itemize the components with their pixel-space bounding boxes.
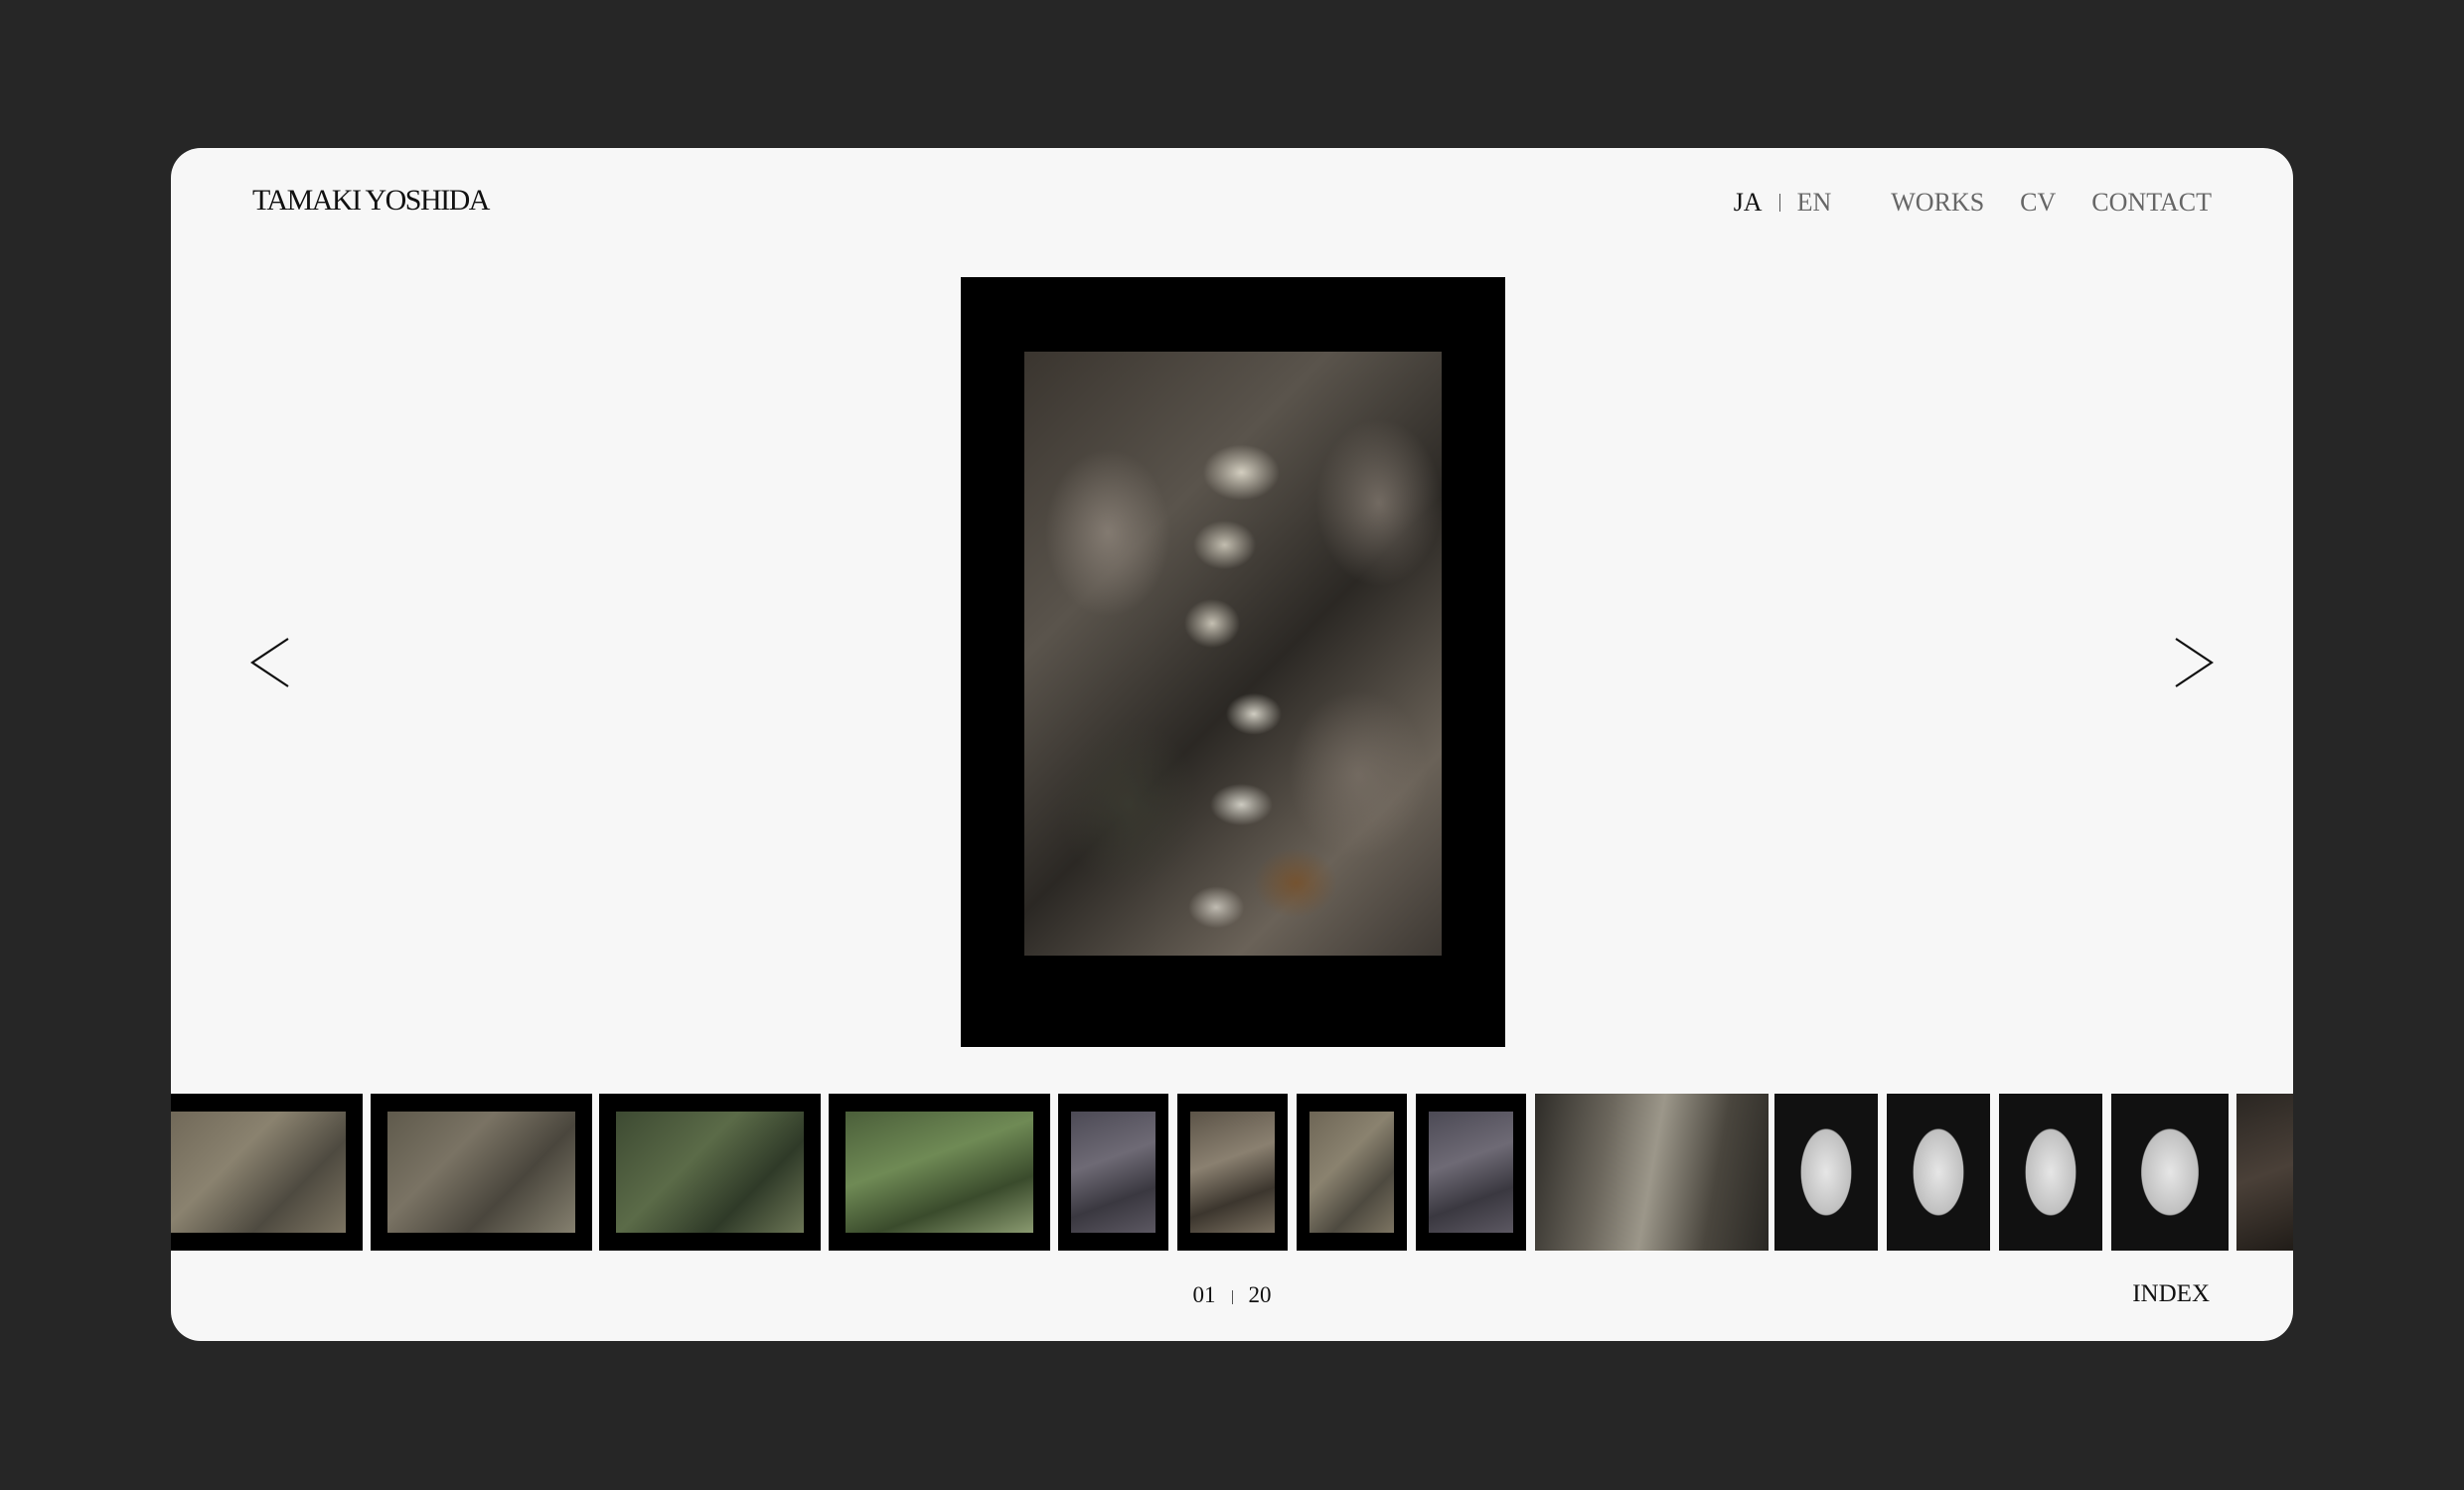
thumbnail-image xyxy=(1071,1112,1155,1233)
nav-cv[interactable]: CV xyxy=(2020,188,2056,218)
total-slide-number: 20 xyxy=(1248,1282,1272,1307)
thumbnail-image xyxy=(387,1112,575,1233)
thumbnail-10[interactable] xyxy=(1774,1094,1878,1251)
thumbnail-3[interactable] xyxy=(599,1094,821,1251)
lang-en-link[interactable]: EN xyxy=(1797,188,1832,218)
chevron-left-icon xyxy=(250,638,289,687)
thumbnail-2[interactable] xyxy=(371,1094,592,1251)
thumbnail-8[interactable] xyxy=(1416,1094,1526,1251)
thumbnail-12[interactable] xyxy=(1999,1094,2102,1251)
thumbnail-strip xyxy=(171,1094,2293,1251)
thumbnail-13[interactable] xyxy=(2111,1094,2229,1251)
thumbnail-image xyxy=(171,1112,346,1233)
gallery-card: TAMAKI YOSHIDA JA EN WORKS CV CONTACT 01… xyxy=(171,148,2293,1341)
thumbnail-image xyxy=(1190,1112,1275,1233)
current-slide-number: 01 xyxy=(1192,1282,1216,1307)
main-artwork xyxy=(961,277,1505,1047)
thumbnail-7[interactable] xyxy=(1297,1094,1407,1251)
thumbnail-5[interactable] xyxy=(1058,1094,1168,1251)
counter-divider xyxy=(1231,1289,1233,1304)
thumbnail-6[interactable] xyxy=(1177,1094,1288,1251)
next-button[interactable] xyxy=(2172,635,2216,690)
chevron-right-icon xyxy=(2175,638,2214,687)
prev-button[interactable] xyxy=(248,635,292,690)
slide-counter: 01 20 xyxy=(171,1282,2293,1308)
thumbnail-11[interactable] xyxy=(1887,1094,1990,1251)
thumbnail-14[interactable] xyxy=(2236,1094,2293,1251)
nav-works[interactable]: WORKS xyxy=(1891,188,1984,218)
thumbnail-9[interactable] xyxy=(1535,1094,1769,1251)
thumbnail-image xyxy=(1309,1112,1394,1233)
lang-ja-link[interactable]: JA xyxy=(1734,188,1763,218)
thumbnail-1[interactable] xyxy=(171,1094,363,1251)
index-link[interactable]: INDEX xyxy=(2132,1280,2210,1308)
thumbnail-image xyxy=(1429,1112,1513,1233)
site-logo[interactable]: TAMAKI YOSHIDA xyxy=(252,184,490,218)
thumbnail-image xyxy=(846,1112,1033,1233)
lang-divider xyxy=(1778,194,1780,212)
nav-contact[interactable]: CONTACT xyxy=(2091,188,2212,218)
thumbnail-image xyxy=(616,1112,804,1233)
top-nav: JA EN WORKS CV CONTACT xyxy=(1734,188,2212,218)
thumbnail-4[interactable] xyxy=(829,1094,1050,1251)
artwork-photo xyxy=(1024,352,1442,956)
